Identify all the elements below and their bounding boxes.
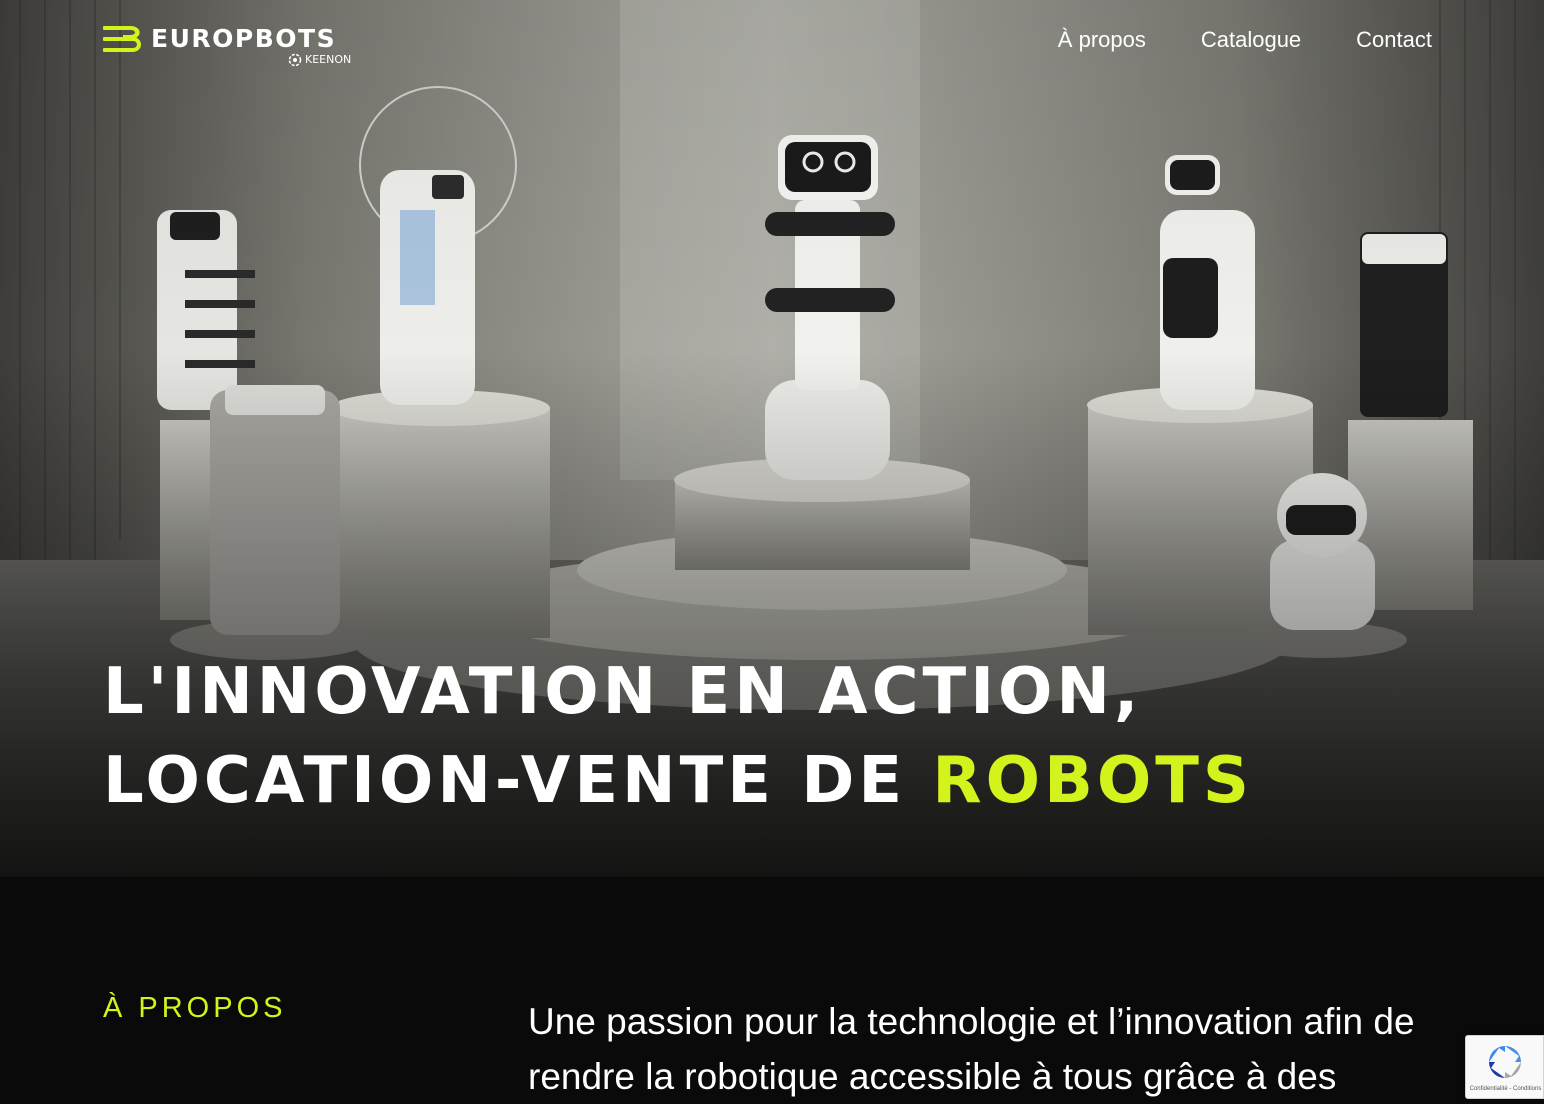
about-intro-text: Une passion pour la technologie et l’inn…: [528, 1001, 1415, 1097]
about-section-label: À PROPOS: [103, 992, 287, 1024]
nav-link-catalogue[interactable]: Catalogue: [1201, 26, 1301, 54]
main-nav: À propos Catalogue Contact: [1058, 26, 1432, 54]
europbots-logo[interactable]: EUROPBOTS KEENON: [103, 22, 353, 70]
keenon-label: KEENON: [305, 53, 352, 66]
keenon-icon: [288, 53, 302, 67]
hero-headline: L'INNOVATION EN ACTION, LOCATION-VENTE D…: [103, 648, 1503, 826]
nav-link-a-propos[interactable]: À propos: [1058, 26, 1146, 54]
logo-wordmark: EUROPBOTS: [151, 24, 337, 53]
site-header: EUROPBOTS KEENON À propos Catalogue Cont…: [0, 0, 1544, 90]
headline-accent-robots: ROBOTS: [932, 744, 1253, 818]
recaptcha-icon: [1489, 1046, 1521, 1078]
logo-subbrand: KEENON: [288, 53, 351, 67]
headline-line-2: LOCATION-VENTE DE ROBOTS: [103, 737, 1503, 826]
headline-line-2-prefix: LOCATION-VENTE DE: [103, 744, 933, 818]
nav-link-contact[interactable]: Contact: [1356, 26, 1432, 54]
hero-section: EUROPBOTS KEENON À propos Catalogue Cont…: [0, 0, 1544, 877]
about-section: À PROPOS Une passion pour la technologie…: [0, 877, 1544, 1099]
recaptcha-links[interactable]: Confidentialité - Conditions: [1466, 1085, 1544, 1093]
headline-line-1: L'INNOVATION EN ACTION,: [103, 655, 1143, 729]
recaptcha-badge[interactable]: Confidentialité - Conditions: [1465, 1035, 1544, 1099]
logo-mark-icon: [103, 26, 141, 52]
